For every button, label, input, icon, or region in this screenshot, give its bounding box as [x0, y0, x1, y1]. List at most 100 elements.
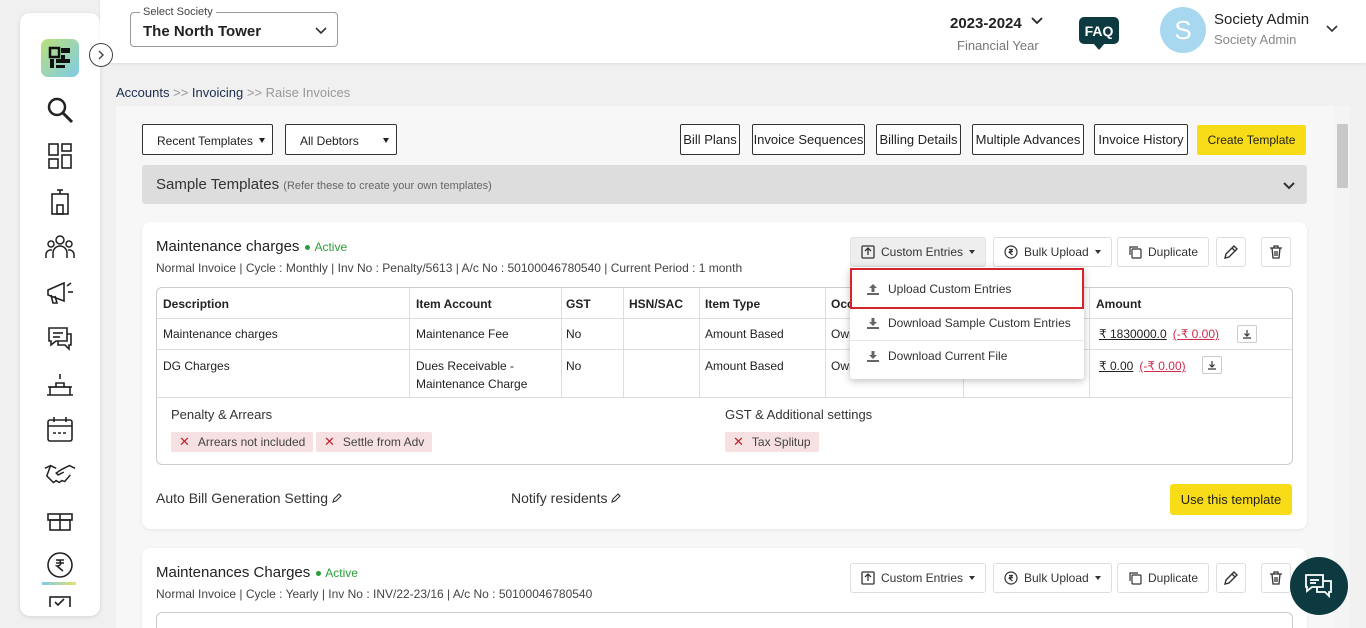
pencil-icon: [1224, 571, 1238, 585]
financial-year-select[interactable]: 2023-2024: [950, 15, 1022, 32]
all-debtors-select[interactable]: All Debtors: [285, 124, 397, 155]
download-icon: [867, 317, 879, 329]
duplicate-button[interactable]: Duplicate: [1117, 563, 1210, 593]
table-divider: [699, 288, 700, 397]
amount-deduction-link[interactable]: (-₹ 0.00): [1173, 327, 1219, 341]
rupee-icon[interactable]: [44, 549, 76, 581]
amount-link[interactable]: ₹ 0.00: [1099, 359, 1133, 373]
pencil-icon: [611, 493, 622, 503]
active-nav-indicator: [42, 582, 76, 585]
cross-icon: ✕: [324, 434, 335, 449]
bulk-upload-button[interactable]: Bulk Upload: [993, 237, 1112, 267]
bill-plans-button[interactable]: Bill Plans: [680, 124, 740, 155]
chevron-down-icon: [1283, 179, 1295, 194]
report-icon[interactable]: [44, 593, 76, 607]
breadcrumb-invoicing[interactable]: Invoicing: [192, 85, 243, 100]
template-meta: Normal Invoice | Cycle : Yearly | Inv No…: [156, 587, 593, 601]
sample-templates-accordion[interactable]: Sample Templates (Refer these to create …: [142, 165, 1307, 204]
society-select[interactable]: Select Society The North Tower: [130, 6, 338, 47]
invoice-sequences-button[interactable]: Invoice Sequences: [752, 124, 865, 155]
residents-icon[interactable]: [44, 231, 76, 263]
duplicate-button[interactable]: Duplicate: [1117, 237, 1210, 267]
column-header: GST: [566, 297, 591, 311]
sample-templates-heading: Sample Templates: [156, 176, 280, 193]
all-debtors-label: All Debtors: [300, 134, 359, 148]
gift-icon[interactable]: [44, 503, 76, 535]
penalty-arrears-label: Penalty & Arrears: [171, 407, 273, 422]
breadcrumb: Accounts >> Invoicing >> Raise Invoices: [116, 85, 350, 100]
delete-button[interactable]: [1261, 563, 1291, 593]
custom-entries-button[interactable]: Custom Entries: [850, 237, 987, 267]
table-divider: [157, 318, 1292, 319]
use-template-button[interactable]: Use this template: [1170, 484, 1292, 515]
bulk-upload-label: Bulk Upload: [1024, 571, 1089, 585]
amount-deduction-link[interactable]: (-₹ 0.00): [1139, 359, 1185, 373]
society-select-label: Select Society: [140, 6, 216, 18]
rupee-icon: [1004, 245, 1018, 259]
notify-residents-link[interactable]: Notify residents: [511, 490, 622, 506]
faq-button[interactable]: FAQ: [1079, 17, 1119, 50]
trash-icon: [1270, 571, 1282, 585]
chevron-down-icon[interactable]: [1031, 15, 1043, 30]
chip-label: Settle from Adv: [342, 435, 425, 449]
amount-cell: ₹ 1830000.0 (-₹ 0.00): [1099, 327, 1219, 341]
sidebar-toggle-button[interactable]: [89, 43, 113, 67]
avatar[interactable]: S: [1160, 7, 1206, 53]
bulk-upload-label: Bulk Upload: [1024, 245, 1089, 259]
app-logo[interactable]: [41, 39, 79, 77]
caret-down-icon: [969, 250, 976, 254]
copy-icon: [1129, 572, 1142, 585]
tax-splitup-chip: ✕ Tax Splitup: [725, 432, 819, 452]
table-cell: Maintenance Charge: [416, 377, 528, 391]
custom-entries-button[interactable]: Custom Entries: [850, 563, 987, 593]
billing-details-button[interactable]: Billing Details: [876, 124, 961, 155]
calendar-icon[interactable]: [44, 413, 76, 445]
multiple-advances-button[interactable]: Multiple Advances: [972, 124, 1084, 155]
user-name[interactable]: Society Admin: [1214, 11, 1309, 28]
breadcrumb-accounts[interactable]: Accounts: [116, 85, 169, 100]
column-header: Item Account: [416, 297, 492, 311]
user-role: Society Admin: [1214, 32, 1297, 47]
invoice-history-button[interactable]: Invoice History: [1094, 124, 1188, 155]
download-icon[interactable]: [1237, 325, 1257, 343]
pencil-icon: [1224, 245, 1238, 259]
delete-button[interactable]: [1261, 237, 1291, 267]
download-sample-item[interactable]: Download Sample Custom Entries: [850, 306, 1084, 339]
template-title-text: Maintenances Charges: [156, 564, 311, 581]
chat-icon[interactable]: [44, 322, 76, 354]
support-chat-button[interactable]: [1290, 557, 1348, 615]
sample-templates-title: Sample Templates (Refer these to create …: [156, 176, 492, 193]
download-current-item[interactable]: Download Current File: [850, 339, 1084, 372]
building-icon[interactable]: [44, 186, 76, 218]
template-title-text: Maintenance charges: [156, 238, 300, 255]
bulk-upload-button[interactable]: Bulk Upload: [993, 563, 1112, 593]
chevron-down-icon: [315, 24, 327, 39]
cross-icon: ✕: [179, 434, 190, 449]
download-icon[interactable]: [1202, 356, 1222, 374]
table-cell: Dues Receivable -: [416, 359, 515, 373]
upload-icon: [861, 571, 875, 585]
dashboard-icon[interactable]: [44, 140, 76, 172]
create-template-button[interactable]: Create Template: [1197, 125, 1306, 155]
chip-label: Tax Splitup: [751, 435, 811, 449]
rupee-icon: [1004, 571, 1018, 585]
upload-icon: [861, 245, 875, 259]
auto-bill-setting-link[interactable]: Auto Bill Generation Setting: [156, 490, 342, 506]
scrollbar-thumb[interactable]: [1337, 124, 1348, 188]
pencil-icon: [332, 493, 342, 503]
amount-link[interactable]: ₹ 1830000.0: [1099, 327, 1167, 341]
breadcrumb-current: Raise Invoices: [265, 85, 351, 100]
breadcrumb-separator: >>: [173, 85, 189, 100]
table-cell: No: [566, 327, 582, 341]
chevron-down-icon[interactable]: [1326, 23, 1338, 38]
template-title: Maintenances Charges Active: [156, 564, 358, 581]
amenity-icon[interactable]: [44, 368, 76, 400]
handshake-icon[interactable]: [44, 458, 76, 490]
recent-templates-select[interactable]: Recent Templates: [142, 124, 273, 155]
edit-button[interactable]: [1216, 563, 1246, 593]
announcement-icon[interactable]: [44, 277, 76, 309]
edit-button[interactable]: [1216, 237, 1246, 267]
search-icon[interactable]: [44, 94, 76, 126]
table-divider: [409, 288, 410, 397]
table-cell: Amount Based: [705, 327, 784, 341]
